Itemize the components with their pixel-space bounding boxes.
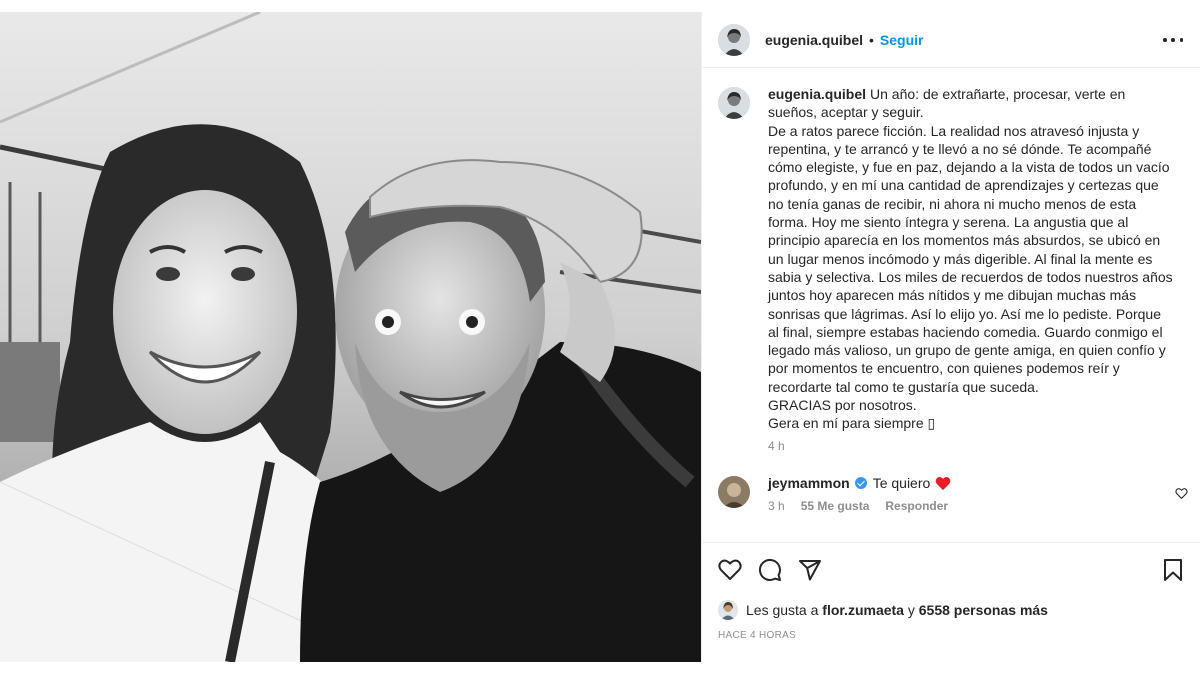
comment-icon[interactable] [758,558,782,582]
comments-section[interactable]: eugenia.quibel Un año: de extrañarte, pro… [702,69,1200,541]
caption-username[interactable]: eugenia.quibel [768,86,866,102]
comment-item: jeymammon Te quiero 3 h 55 Me gusta Resp… [718,474,1188,513]
comment-time[interactable]: 3 h [768,499,785,513]
post-caption: eugenia.quibel Un año: de extrañarte, pro… [718,85,1188,453]
comment-text: Te quiero [872,475,931,491]
more-options-icon[interactable] [1163,30,1183,50]
likes-summary: Les gusta a flor.zumaeta y 6558 personas… [718,600,1048,620]
caption-closing: Gera en mí para siempre ▯ [768,415,936,432]
action-bar [702,542,1200,597]
post-photo[interactable] [0,12,701,662]
header-username[interactable]: eugenia.quibel [765,32,863,48]
red-heart-icon [935,476,951,490]
posted-time[interactable]: HACE 4 HORAS [718,630,796,641]
bookmark-icon[interactable] [1161,558,1185,582]
verified-badge-icon [854,477,867,489]
heart-icon[interactable] [718,558,742,582]
comment-like-icon[interactable] [1175,487,1188,500]
header-separator: • [869,31,874,48]
caption-paragraph: De a ratos parece ficción. La realidad n… [768,122,1173,395]
follow-button[interactable]: Seguir [880,32,924,48]
liker-avatar[interactable] [718,600,738,620]
comment-username[interactable]: jeymammon [768,474,850,492]
share-icon[interactable] [798,558,822,582]
caption-time[interactable]: 4 h [768,439,1174,453]
comment-likes[interactable]: 55 Me gusta [801,499,870,513]
caption-thanks: GRACIAS por nosotros. [768,397,917,414]
liker-username[interactable]: flor.zumaeta [822,602,904,618]
avatar[interactable] [718,23,750,56]
likes-count[interactable]: 6558 personas más [919,602,1048,618]
reply-button[interactable]: Responder [885,499,948,513]
likes-prefix: Les gusta a [746,602,819,618]
likes-middle: y [907,602,915,618]
post-header: eugenia.quibel • Seguir [702,12,1200,68]
post-panel: eugenia.quibel • Seguir eugenia.quibel Un… [701,12,1200,662]
caption-avatar[interactable] [718,87,750,119]
caption-first-line: eugenia.quibel Un año: de extrañarte, pro… [768,85,1174,122]
comment-avatar[interactable] [718,476,750,508]
